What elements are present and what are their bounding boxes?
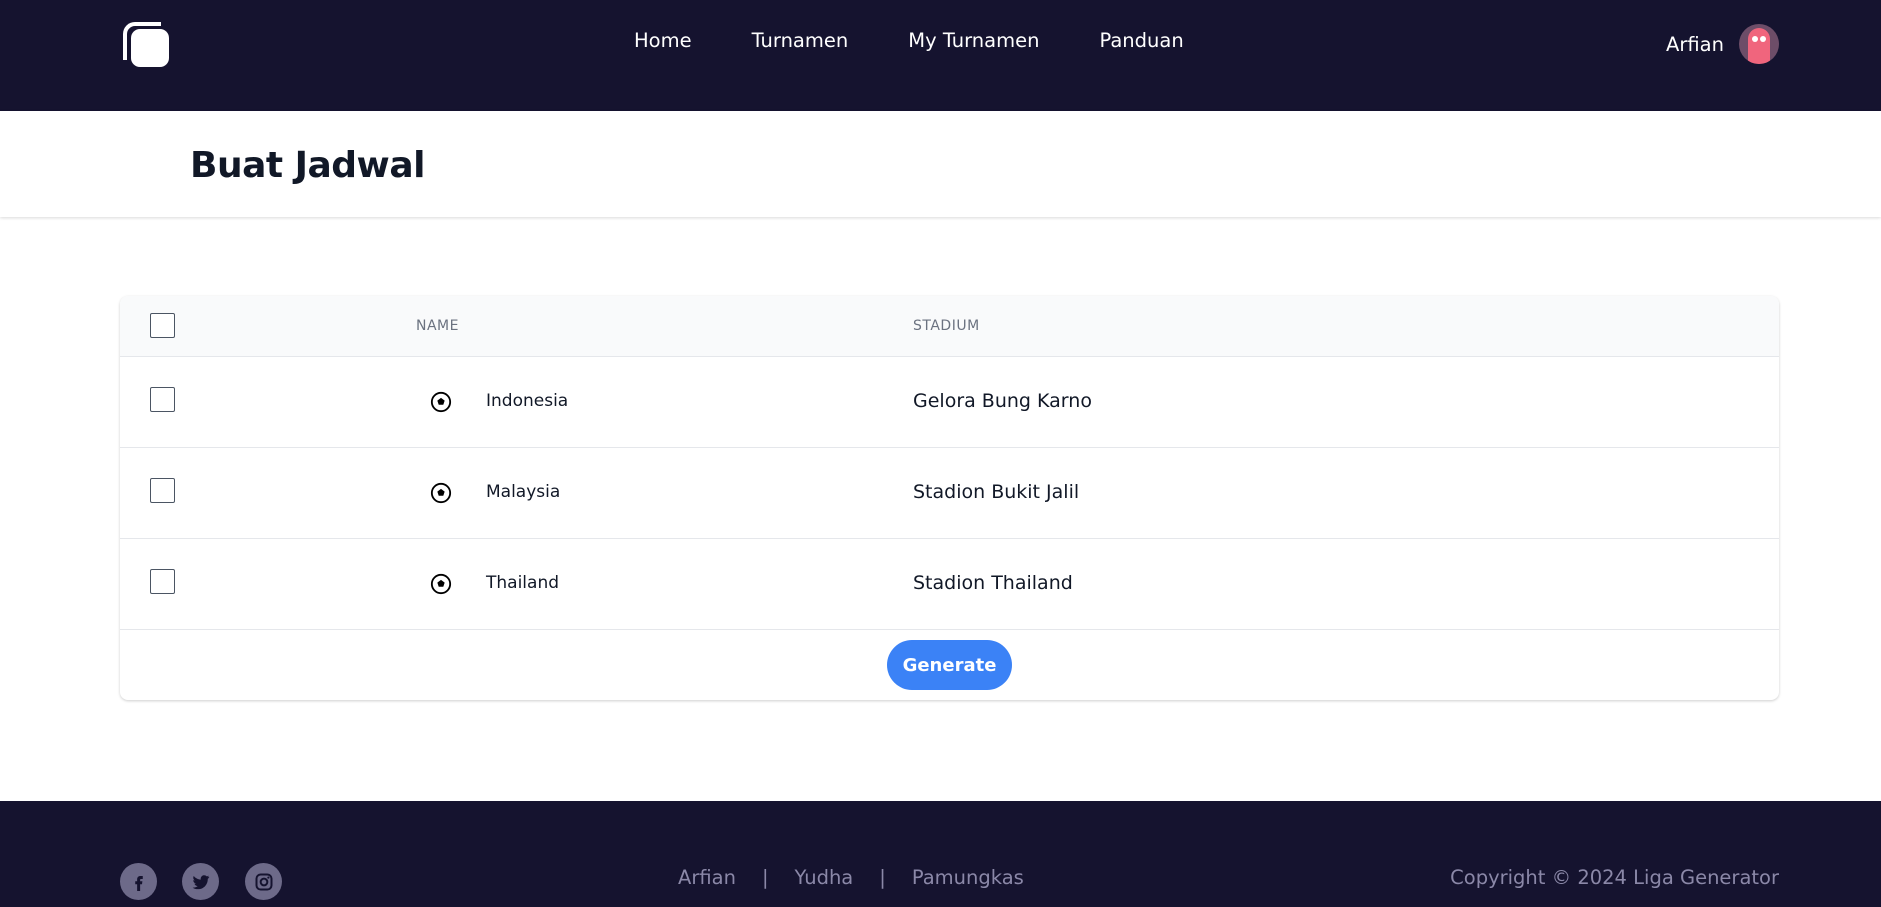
logo-icon[interactable] [121,20,171,68]
table-row: Indonesia Gelora Bung Karno [120,357,1779,448]
team-name: Thailand [486,573,560,593]
page-header: Buat Jadwal [0,111,1881,217]
team-stadium: Stadion Bukit Jalil [913,481,1080,503]
generate-button[interactable]: Generate [887,640,1012,690]
avatar[interactable] [1739,24,1779,64]
copyright-text: Copyright © 2024 Liga Generator [1450,866,1779,889]
table-header: NAME STADIUM [120,296,1779,357]
row-checkbox[interactable] [150,569,175,594]
footer-separator: | [761,866,769,889]
team-name: Malaysia [486,482,561,502]
column-header-name: NAME [416,318,459,334]
footer-link-yudha[interactable]: Yudha [795,866,854,889]
row-checkbox[interactable] [150,387,175,412]
instagram-icon[interactable] [245,863,282,900]
table-row: Malaysia Stadion Bukit Jalil [120,448,1779,539]
team-stadium: Gelora Bung Karno [913,390,1092,412]
select-all-checkbox[interactable] [150,313,175,338]
user-menu[interactable]: Arfian [1666,23,1779,65]
twitter-icon[interactable] [182,863,219,900]
column-header-stadium: STADIUM [913,318,980,334]
footer: Arfian | Yudha | Pamungkas Copyright © 2… [0,801,1881,907]
team-table: NAME STADIUM Indonesia Gelora Bung Karno… [120,296,1779,700]
soccer-ball-icon [430,391,452,413]
nav-link-home[interactable]: Home [634,29,692,59]
soccer-ball-icon [430,482,452,504]
user-name: Arfian [1666,32,1724,56]
footer-separator: | [879,866,886,889]
row-checkbox[interactable] [150,478,175,503]
footer-link-arfian[interactable]: Arfian [678,866,736,889]
page-title: Buat Jadwal [190,145,425,186]
team-stadium: Stadion Thailand [913,572,1073,594]
facebook-icon[interactable] [120,863,157,900]
soccer-ball-icon [430,573,452,595]
footer-link-pamungkas[interactable]: Pamungkas [912,866,1024,889]
nav-link-turnamen[interactable]: Turnamen [752,29,849,59]
nav-link-my-turnamen[interactable]: My Turnamen [908,29,1039,59]
footer-links: Arfian | Yudha | Pamungkas [678,866,1024,889]
navbar: Home Turnamen My Turnamen Panduan Arfian [0,0,1881,111]
team-name: Indonesia [486,391,569,411]
nav-links: Home Turnamen My Turnamen Panduan [634,29,1244,59]
nav-link-panduan[interactable]: Panduan [1099,29,1183,59]
table-row: Thailand Stadion Thailand [120,539,1779,630]
